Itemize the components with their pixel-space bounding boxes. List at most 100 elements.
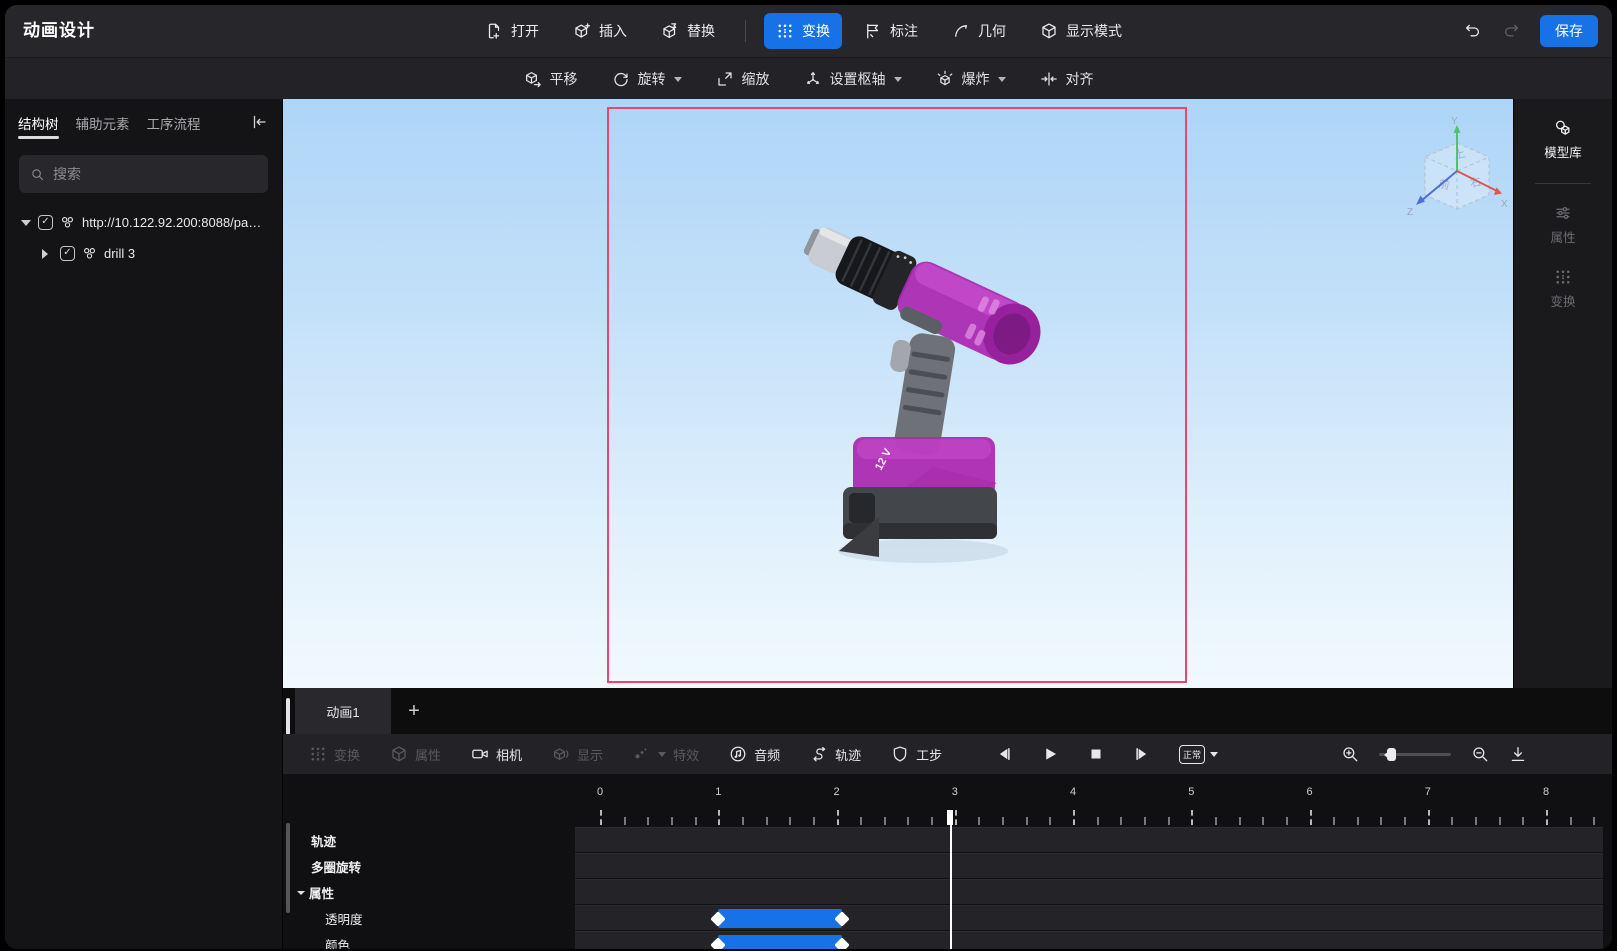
track-lane[interactable] [575, 853, 1603, 878]
tl-audio-button[interactable]: 音频 [729, 745, 780, 764]
redo-icon [1502, 22, 1520, 40]
track-row-opacity[interactable]: 透明度 [283, 905, 1612, 930]
skip-forward-button[interactable] [1133, 745, 1151, 763]
save-button[interactable]: 保存 [1540, 15, 1598, 47]
ruler-tick-major [718, 810, 721, 825]
timeline-toolbar: 变换 属性 相机 显示 特效 音频 轨迹 工步 正常 [283, 734, 1612, 774]
keyframe-bar[interactable] [710, 909, 851, 928]
sidebar-item-model-library[interactable]: 模型库 [1544, 119, 1582, 161]
transform-button[interactable]: 变换 [764, 13, 842, 49]
zoom-in-button[interactable] [1341, 745, 1359, 763]
track-row-trajectory[interactable]: 轨迹 [283, 827, 1612, 852]
timeline-zoom-controls [1341, 734, 1527, 774]
checkbox-checked[interactable]: ✓ [38, 215, 53, 230]
playback-controls: 正常 [995, 734, 1219, 774]
ruler-tick-minor [907, 817, 910, 825]
insert-button[interactable]: 插入 [561, 13, 639, 49]
stop-button[interactable] [1087, 745, 1105, 763]
tl-camera-button[interactable]: 相机 [471, 745, 522, 764]
chevron-down-icon [997, 76, 1006, 86]
caret-down-icon[interactable] [21, 219, 31, 231]
keyframe-diamond[interactable] [710, 910, 727, 927]
tl-display-button[interactable]: 显示 [552, 745, 603, 764]
playhead-handle[interactable] [947, 810, 954, 825]
geometry-button[interactable]: 几何 [940, 13, 1018, 49]
timeline-tool-group: 变换 属性 相机 显示 特效 音频 轨迹 工步 [309, 734, 942, 774]
playback-mode-button[interactable]: 正常 [1179, 744, 1219, 764]
ruler-tick-minor [812, 817, 815, 825]
play-button[interactable] [1041, 745, 1059, 763]
pan-button[interactable]: 平移 [524, 69, 578, 89]
search-icon [30, 167, 45, 182]
tl-workstep-button[interactable]: 工步 [891, 745, 942, 764]
replace-button[interactable]: 替换 [649, 13, 727, 49]
tree-row[interactable]: ✓ http://10.122.92.200:8088/pack... [5, 207, 282, 238]
rotate-icon [612, 70, 630, 88]
rotate-button[interactable]: 旋转 [612, 69, 682, 89]
export-button[interactable] [1509, 745, 1527, 763]
ruler-tick-minor [623, 817, 626, 825]
ruler-label: 7 [1424, 786, 1431, 798]
tree-item-label[interactable]: http://10.122.92.200:8088/pack... [82, 215, 262, 230]
tl-property-button[interactable]: 属性 [390, 745, 441, 764]
caret-right-icon[interactable] [42, 248, 53, 259]
track-row-multiturn[interactable]: 多圈旋转 [283, 853, 1612, 878]
scale-button[interactable]: 缩放 [716, 69, 770, 89]
tree-row[interactable]: ✓ drill 3 [5, 238, 282, 269]
keyframe-diamond[interactable] [834, 910, 851, 927]
playhead[interactable] [950, 810, 953, 949]
navigation-cube[interactable]: 上 前 右 Y Z X [1405, 115, 1509, 233]
track-lane[interactable] [575, 905, 1603, 930]
display-mode-button[interactable]: 显示模式 [1028, 13, 1134, 49]
timeline-zoom-slider[interactable] [1379, 747, 1451, 761]
annotate-button[interactable]: 标注 [852, 13, 930, 49]
set-pivot-button[interactable]: 设置枢轴 [804, 69, 902, 89]
keyframe-diamond[interactable] [710, 936, 727, 949]
tab-animation-1[interactable]: 动画1 [295, 688, 391, 734]
skip-back-button[interactable] [995, 745, 1013, 763]
keyframe-diamond[interactable] [834, 936, 851, 949]
ruler-tick-minor [1498, 817, 1501, 825]
track-row-properties[interactable]: 属性 [283, 879, 1612, 904]
ruler-tick-major [1073, 810, 1075, 825]
ruler-tick-minor [1522, 817, 1525, 825]
collapse-panel-button[interactable] [250, 113, 268, 136]
display-cube-icon [552, 745, 570, 763]
redo-button[interactable] [1502, 22, 1520, 40]
app-window: 动画设计 打开 插入 替换 变换 标注 几何 显示模式 保存 平移 旋转 缩放 … [5, 5, 1612, 949]
tl-effects-button[interactable]: 特效 [633, 745, 699, 764]
sidebar-item-properties[interactable]: 属性 [1550, 204, 1576, 246]
stop-icon [1087, 745, 1105, 763]
tab-process-flow[interactable]: 工序流程 [147, 99, 201, 147]
ruler-tick-minor [1333, 817, 1336, 825]
search-input[interactable] [53, 166, 233, 182]
open-button[interactable]: 打开 [473, 13, 551, 49]
tab-aux-elements[interactable]: 辅助元素 [76, 99, 130, 147]
ruler-tick-major [1427, 810, 1430, 825]
undo-button[interactable] [1464, 22, 1482, 40]
add-animation-tab-button[interactable]: + [391, 688, 437, 734]
zoom-out-icon [1471, 745, 1489, 763]
zoom-out-button[interactable] [1471, 745, 1489, 763]
track-row-color[interactable]: 颜色 [283, 931, 1612, 949]
sidebar-item-transform[interactable]: 变换 [1550, 268, 1576, 310]
tree-item-label[interactable]: drill 3 [104, 246, 135, 261]
drill-model[interactable]: 12 V [783, 199, 1063, 579]
ruler-tick-minor [978, 817, 981, 825]
tab-structure-tree[interactable]: 结构树 [18, 99, 59, 147]
search-box[interactable] [19, 155, 268, 193]
track-lane[interactable] [575, 879, 1603, 904]
keyframe-bar[interactable] [710, 935, 851, 949]
slider-handle[interactable] [1384, 747, 1396, 761]
file-plus-icon [485, 22, 503, 40]
checkbox-checked[interactable]: ✓ [60, 246, 75, 261]
caret-down-icon[interactable] [297, 890, 305, 899]
explode-button[interactable]: 爆炸 [936, 69, 1006, 89]
align-button[interactable]: 对齐 [1040, 69, 1094, 89]
track-lane[interactable] [575, 827, 1603, 852]
tl-transform-button[interactable]: 变换 [309, 745, 360, 764]
skip-back-icon [995, 745, 1013, 763]
track-lane[interactable] [575, 931, 1603, 949]
tl-trajectory-button[interactable]: 轨迹 [810, 745, 861, 764]
viewport-3d[interactable]: 12 V 上 前 右 Y Z X [283, 99, 1513, 688]
